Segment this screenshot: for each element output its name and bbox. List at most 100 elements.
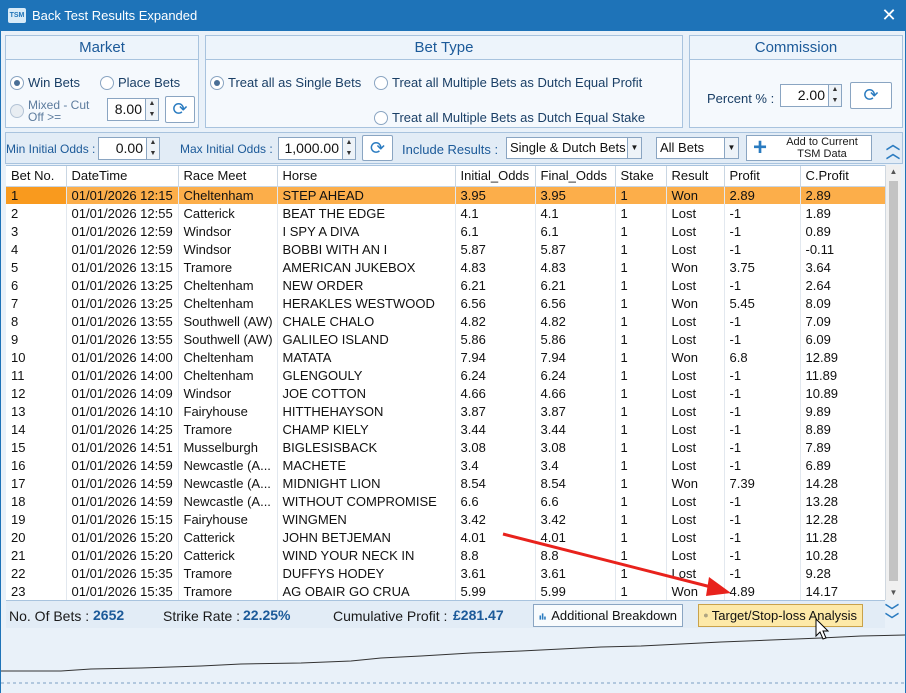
column-header[interactable]: Stake xyxy=(615,166,667,187)
table-cell: -1 xyxy=(724,510,801,528)
table-row[interactable]: 4 01/01/2026 12:59 Windsor BOBBI WITH AN I5… xyxy=(6,240,885,258)
table-scrollbar[interactable]: ▲ ▼ xyxy=(885,165,901,600)
chevron-up-double-icon[interactable]: ︿ ︿ xyxy=(884,137,902,160)
spin-down-icon[interactable]: ▼ xyxy=(147,149,159,160)
table-row[interactable]: 2 01/01/2026 12:55 Catterick BEAT THE EDGE 4… xyxy=(6,204,885,222)
table-row[interactable]: 14 01/01/2026 14:25 Tramore CHAMP KIELY 3.44… xyxy=(6,420,885,438)
spin-down-icon[interactable]: ▼ xyxy=(343,149,355,160)
include-results-select[interactable]: Single & Dutch Bets ▼ xyxy=(506,137,642,159)
table-cell: 1 xyxy=(615,384,667,402)
table-cell: 7.89 xyxy=(800,438,885,456)
table-row[interactable]: 19 01/01/2026 15:15 Fairyhouse WINGMEN 3.42 3… xyxy=(6,510,885,528)
table-cell: Cheltenham xyxy=(178,294,278,312)
dutch-equal-profit-radio[interactable]: Treat all Multiple Bets as Dutch Equal P… xyxy=(374,75,642,90)
column-header[interactable]: Final_Odds xyxy=(535,166,616,187)
table-row[interactable]: 17 01/01/2026 14:59 Newcastle (A... MIDNIGH… xyxy=(6,474,885,492)
column-header[interactable]: DateTime xyxy=(66,166,179,187)
target-stoploss-analysis-button[interactable]: Target/Stop-loss Analysis xyxy=(698,604,863,627)
results-table: Bet No. DateTime Race Meet Horse Initial… xyxy=(6,165,885,600)
table-cell: Lost xyxy=(666,492,725,510)
spin-up-icon[interactable]: ▲ xyxy=(146,99,158,110)
table-row[interactable]: 7 01/01/2026 13:25 Cheltenham HERAKLES WEST… xyxy=(6,294,885,312)
column-header[interactable]: Race Meet xyxy=(178,166,278,187)
spin-up-icon[interactable]: ▲ xyxy=(829,85,841,96)
table-cell: Lost xyxy=(666,312,725,330)
spin-up-icon[interactable]: ▲ xyxy=(147,138,159,149)
table-row[interactable]: 3 01/01/2026 12:59 Windsor I SPY A DIVA 6.1 6… xyxy=(6,222,885,240)
mixed-cutoff-radio[interactable]: Mixed - Cut Off >= xyxy=(10,99,89,123)
max-odds-spinner[interactable]: 1,000.00 ▲ ▼ xyxy=(278,137,356,160)
table-cell: 01/01/2026 14:25 xyxy=(66,420,179,438)
chevron-down-double-icon[interactable]: ﹀ ﹀ xyxy=(883,604,901,627)
column-header[interactable]: Result xyxy=(666,166,725,187)
spin-down-icon[interactable]: ▼ xyxy=(146,110,158,121)
table-row[interactable]: 18 01/01/2026 14:59 Newcastle (A... WITHOUT… xyxy=(6,492,885,510)
table-row[interactable]: 9 01/01/2026 13:55 Southwell (AW) GALILEO I… xyxy=(6,330,885,348)
place-bets-radio[interactable]: Place Bets xyxy=(100,75,180,90)
spin-up-icon[interactable]: ▲ xyxy=(343,138,355,149)
market-refresh-button[interactable]: ⟳ xyxy=(165,96,195,123)
table-row[interactable]: 8 01/01/2026 13:55 Southwell (AW) CHALE CHA… xyxy=(6,312,885,330)
table-cell: Musselburgh xyxy=(178,438,278,456)
table-cell: 1.89 xyxy=(800,204,885,222)
scroll-up-icon[interactable]: ▲ xyxy=(886,165,901,179)
table-cell: 5 xyxy=(6,258,67,276)
table-cell: CHALE CHALO xyxy=(277,312,456,330)
table-cell: MACHETE xyxy=(277,456,456,474)
commission-percent-spinner[interactable]: 2.00 ▲ ▼ xyxy=(780,84,842,107)
close-button[interactable]: ✕ xyxy=(872,0,906,31)
column-header[interactable]: Horse xyxy=(277,166,456,187)
table-cell: Newcastle (A... xyxy=(178,492,278,510)
table-cell: Lost xyxy=(666,420,725,438)
table-cell: 6.24 xyxy=(455,366,536,384)
table-row[interactable]: 16 01/01/2026 14:59 Newcastle (A... MACHETE… xyxy=(6,456,885,474)
add-to-tsm-button[interactable]: + Add to Current TSM Data xyxy=(746,135,872,161)
filter-refresh-button[interactable]: ⟳ xyxy=(362,135,393,161)
table-cell: 22 xyxy=(6,564,67,582)
column-header[interactable]: C.Profit xyxy=(800,166,885,187)
mixed-cutoff-spinner[interactable]: 8.00 ▲ ▼ xyxy=(107,98,159,121)
table-cell: 4.82 xyxy=(455,312,536,330)
radio-unchecked-icon xyxy=(10,104,24,118)
table-row[interactable]: 13 01/01/2026 14:10 Fairyhouse HITTHEHAYSON… xyxy=(6,402,885,420)
win-bets-radio[interactable]: Win Bets xyxy=(10,75,80,90)
table-cell: 5.99 xyxy=(455,582,536,600)
column-header[interactable]: Profit xyxy=(724,166,801,187)
table-cell: Windsor xyxy=(178,222,278,240)
table-row[interactable]: 11 01/01/2026 14:00 Cheltenham GLENGOULY 6.2… xyxy=(6,366,885,384)
table-row[interactable]: 12 01/01/2026 14:09 Windsor JOE COTTON 4.66 4… xyxy=(6,384,885,402)
table-row[interactable]: 23 01/01/2026 15:35 Tramore AG OBAIR GO CRU… xyxy=(6,582,885,600)
profit-line xyxy=(1,634,905,672)
column-header[interactable]: Bet No. xyxy=(6,166,67,187)
table-row[interactable]: 6 01/01/2026 13:25 Cheltenham NEW ORDER 6.21… xyxy=(6,276,885,294)
table-row[interactable]: 20 01/01/2026 15:20 Catterick JOHN BETJEMAN… xyxy=(6,528,885,546)
bets-filter-select[interactable]: All Bets ▼ xyxy=(656,137,739,159)
scroll-thumb[interactable] xyxy=(889,181,898,581)
table-cell: 6.56 xyxy=(535,294,616,312)
table-cell: 01/01/2026 15:15 xyxy=(66,510,179,528)
dutch-equal-stake-radio[interactable]: Treat all Multiple Bets as Dutch Equal S… xyxy=(374,110,645,125)
table-row[interactable]: 5 01/01/2026 13:15 Tramore AMERICAN JUKEBOX… xyxy=(6,258,885,276)
table-cell: Won xyxy=(666,582,725,600)
min-odds-spinner[interactable]: 0.00 ▲ ▼ xyxy=(98,137,160,160)
scroll-down-icon[interactable]: ▼ xyxy=(886,586,901,600)
column-header[interactable]: Initial_Odds xyxy=(455,166,536,187)
commission-refresh-button[interactable]: ⟳ xyxy=(850,82,892,109)
table-cell: Newcastle (A... xyxy=(178,474,278,492)
table-cell: WITHOUT COMPROMISE xyxy=(277,492,456,510)
table-row[interactable]: 15 01/01/2026 14:51 Musselburgh BIGLESISBAC… xyxy=(6,438,885,456)
table-row[interactable]: 22 01/01/2026 15:35 Tramore DUFFYS HODEY 3.6… xyxy=(6,564,885,582)
cumulative-profit-chart xyxy=(1,634,905,684)
table-cell: 15 xyxy=(6,438,67,456)
single-bets-radio[interactable]: Treat all as Single Bets xyxy=(210,75,361,90)
additional-breakdown-button[interactable]: Additional Breakdown xyxy=(533,604,683,627)
refresh-icon: ⟳ xyxy=(863,85,879,105)
table-row[interactable]: 10 01/01/2026 14:00 Cheltenham MATATA 7.94 7.… xyxy=(6,348,885,366)
table-row[interactable]: 21 01/01/2026 15:20 Catterick WIND YOUR NEC… xyxy=(6,546,885,564)
table-cell: 14.17 xyxy=(800,582,885,600)
table-cell: Lost xyxy=(666,402,725,420)
table-cell: 01/01/2026 14:51 xyxy=(66,438,179,456)
spin-down-icon[interactable]: ▼ xyxy=(829,96,841,107)
table-cell: 12.28 xyxy=(800,510,885,528)
table-row[interactable]: 1 01/01/2026 12:15 Cheltenham STEP AHEAD 3.9… xyxy=(6,186,885,204)
